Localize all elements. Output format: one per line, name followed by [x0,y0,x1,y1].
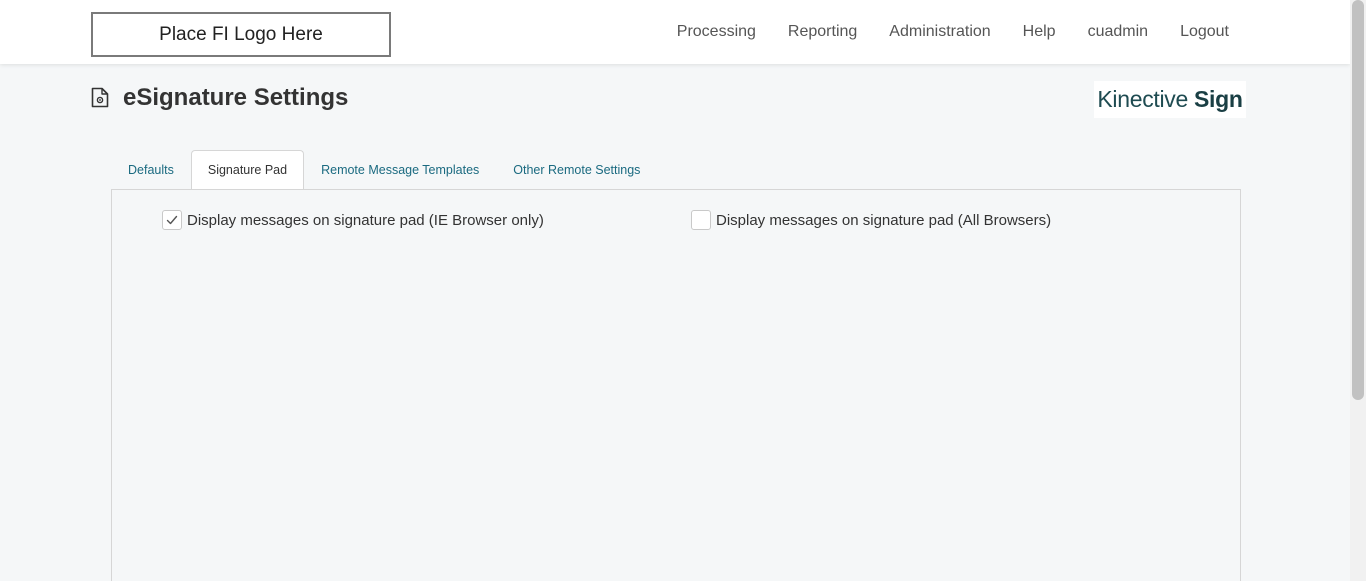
tab-other-remote-settings[interactable]: Other Remote Settings [496,150,657,188]
nav-help[interactable]: Help [1023,23,1056,41]
tab-signature-pad[interactable]: Signature Pad [190,150,305,190]
ie-browser-checkbox[interactable] [162,210,182,230]
option-ie-browser: Display messages on signature pad (IE Br… [162,210,544,230]
main-nav: Processing Reporting Administration Help… [645,0,1229,64]
signature-pad-panel: Display messages on signature pad (IE Br… [111,189,1241,581]
brand-name-regular: Kinective [1097,86,1188,112]
option-all-browsers: Display messages on signature pad (All B… [691,210,1051,230]
nav-processing[interactable]: Processing [677,23,756,41]
nav-user-menu[interactable]: cuadmin [1088,23,1148,41]
nav-logout[interactable]: Logout [1180,23,1229,41]
settings-document-icon [91,87,109,108]
top-navigation-bar: Place FI Logo Here Processing Reporting … [0,0,1350,64]
all-browsers-label: Display messages on signature pad (All B… [716,211,1052,229]
fi-logo-placeholder[interactable]: Place FI Logo Here [91,12,391,57]
logo-text: Place FI Logo Here [159,23,323,45]
settings-tabs: Defaults Signature Pad Remote Message Te… [111,150,657,190]
nav-administration[interactable]: Administration [889,23,990,41]
page-scrollbar[interactable] [1350,0,1366,581]
page-title: eSignature Settings [123,84,349,111]
ie-browser-label: Display messages on signature pad (IE Br… [187,211,544,229]
tab-defaults[interactable]: Defaults [111,150,191,188]
nav-reporting[interactable]: Reporting [788,23,857,41]
brand-name-bold: Sign [1194,86,1243,112]
tab-remote-message-templates[interactable]: Remote Message Templates [304,150,496,188]
checkmark-icon [166,215,178,225]
scrollbar-thumb[interactable] [1352,0,1364,400]
all-browsers-checkbox[interactable] [691,210,711,230]
kinective-sign-logo: Kinective Sign [1094,81,1246,118]
